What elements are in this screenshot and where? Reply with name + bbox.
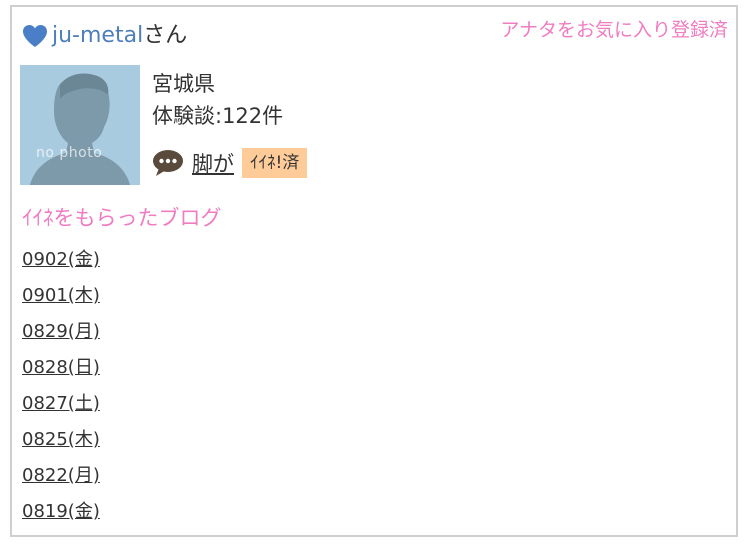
avatar-placeholder-text: no photo [36, 145, 103, 161]
heart-icon [23, 25, 47, 47]
favorite-status: アナタをお気に入り登録済 [500, 19, 728, 41]
chat-link[interactable]: 脚が [192, 148, 234, 178]
list-item: 0822(月) [22, 463, 100, 499]
user-card: ju-metal さん アナタをお気に入り登録済 no photo 宮城県 体験… [10, 5, 738, 537]
experience-count: 体験談:122件 [152, 104, 284, 128]
avatar-silhouette-icon [20, 65, 140, 185]
list-item: 0902(金) [22, 247, 100, 283]
username-suffix: さん [143, 23, 188, 48]
blog-entry-link[interactable]: 0827(土) [22, 393, 100, 414]
username-link[interactable]: ju-metal [52, 25, 143, 47]
blog-entry-link[interactable]: 0825(木) [22, 429, 100, 450]
list-item: 0827(土) [22, 391, 100, 427]
chat-bubble-icon[interactable] [152, 149, 184, 177]
action-row: 脚が ｲｲﾈ!済 [152, 147, 308, 179]
card-header: ju-metal さん [22, 19, 187, 53]
iine-status-badge: ｲｲﾈ!済 [242, 148, 308, 178]
list-item: 0901(木) [22, 283, 100, 319]
profile-info: 宮城県 体験談:122件 脚が ｲｲﾈ!済 [152, 69, 308, 179]
blog-list: 0902(金) 0901(木) 0829(月) 0828(日) 0827(土) … [22, 247, 100, 535]
blog-entry-link[interactable]: 0902(金) [22, 249, 100, 270]
list-item: 0828(日) [22, 355, 100, 391]
blog-entry-link[interactable]: 0901(木) [22, 285, 100, 306]
blog-section-heading: ｲｲﾈをもらったブログ [22, 206, 222, 230]
list-item: 0819(金) [22, 499, 100, 535]
prefecture-label: 宮城県 [152, 72, 215, 96]
blog-entry-link[interactable]: 0819(金) [22, 501, 100, 522]
blog-entry-link[interactable]: 0828(日) [22, 357, 100, 378]
list-item: 0829(月) [22, 319, 100, 355]
blog-entry-link[interactable]: 0829(月) [22, 321, 100, 342]
blog-entry-link[interactable]: 0822(月) [22, 465, 100, 486]
list-item: 0825(木) [22, 427, 100, 463]
avatar[interactable]: no photo [20, 65, 140, 185]
